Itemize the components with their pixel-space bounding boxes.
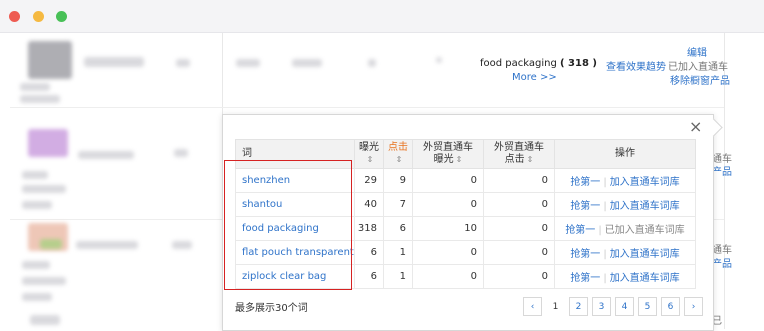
page-3[interactable]: 3	[592, 297, 611, 316]
separator: |	[603, 201, 607, 212]
ext-impressions-cell: 0	[412, 264, 484, 289]
ops-cell: 抢第一 | 加入直通车词库	[554, 168, 696, 193]
col-ext-impressions[interactable]: 外贸直通车 曝光 ⇕	[412, 139, 484, 169]
impressions-cell: 29	[354, 168, 384, 193]
ops-cell: 抢第一 | 加入直通车词库	[554, 240, 696, 265]
sort-icon[interactable]: ⇕	[456, 155, 463, 164]
window-titlebar	[0, 0, 764, 33]
page-6[interactable]: 6	[661, 297, 680, 316]
product-thumbnail	[28, 129, 68, 157]
ext-impressions-cell: 0	[412, 240, 484, 265]
product-thumbnail	[28, 41, 72, 79]
clicks-cell: 9	[383, 168, 413, 193]
grab-first-link[interactable]: 抢第一	[565, 225, 595, 236]
add-to-library-link[interactable]: 加入直通车词库	[610, 177, 680, 188]
pagination: ‹ 1 2 3 4 5 6 ›	[519, 297, 703, 316]
right-fragment[interactable]: 产品	[712, 255, 732, 270]
ext-impressions-cell: 0	[412, 168, 484, 193]
page-5[interactable]: 5	[638, 297, 657, 316]
ext-clicks-cell: 0	[483, 168, 555, 193]
highlight-box	[224, 160, 352, 290]
added-to-library-text: 已加入直通车词库	[604, 225, 685, 236]
ext-clicks-cell: 0	[483, 240, 555, 265]
clicks-cell: 1	[383, 264, 413, 289]
separator: |	[603, 177, 607, 188]
grab-first-link[interactable]: 抢第一	[570, 201, 600, 212]
next-page-icon[interactable]: ›	[684, 297, 703, 316]
separator: |	[598, 225, 602, 236]
ops-cell: 抢第一 | 已加入直通车词库	[554, 216, 696, 241]
col-impressions[interactable]: 曝光⇕	[354, 139, 384, 169]
added-status-text: 已加入直通车	[668, 62, 728, 73]
ext-impressions-cell: 10	[412, 216, 484, 241]
impressions-cell: 6	[354, 240, 384, 265]
keyword-count: ( 318 )	[560, 58, 597, 69]
separator: |	[603, 249, 607, 260]
add-to-library-link[interactable]: 加入直通车词库	[610, 201, 680, 212]
col-ops: 操作	[554, 139, 696, 169]
right-fragment: 通车	[712, 245, 732, 256]
more-link[interactable]: More >>	[512, 72, 557, 83]
grab-first-link[interactable]: 抢第一	[570, 273, 600, 284]
page-4[interactable]: 4	[615, 297, 634, 316]
close-window-icon[interactable]	[9, 11, 20, 22]
page-1[interactable]: 1	[546, 297, 565, 316]
col-ext-clicks[interactable]: 外贸直通车 点击 ⇕	[483, 139, 555, 169]
impressions-cell: 40	[354, 192, 384, 217]
clicks-cell: 6	[383, 216, 413, 241]
ext-impressions-cell: 0	[412, 192, 484, 217]
keyword-summary: food packaging ( 318 )	[480, 58, 597, 69]
close-icon[interactable]: ×	[689, 119, 702, 135]
ops-cell: 抢第一 | 加入直通车词库	[554, 264, 696, 289]
ext-clicks-cell: 0	[483, 192, 555, 217]
remove-window-link[interactable]: 移除橱窗产品	[670, 72, 730, 87]
col-clicks[interactable]: 点击⇕	[383, 139, 413, 169]
prev-page-icon[interactable]: ‹	[523, 297, 542, 316]
sort-icon[interactable]: ⇕	[367, 155, 374, 164]
grab-first-link[interactable]: 抢第一	[570, 177, 600, 188]
maximize-window-icon[interactable]	[56, 11, 67, 22]
add-to-library-link[interactable]: 加入直通车词库	[610, 249, 680, 260]
minimize-window-icon[interactable]	[33, 11, 44, 22]
sort-icon[interactable]: ⇕	[396, 155, 403, 164]
keyword-text: food packaging	[480, 58, 557, 69]
clicks-cell: 1	[383, 240, 413, 265]
sort-icon[interactable]: ⇕	[527, 155, 534, 164]
edit-link[interactable]: 编辑	[687, 44, 707, 59]
page-2[interactable]: 2	[569, 297, 588, 316]
add-to-library-link[interactable]: 加入直通车词库	[610, 273, 680, 284]
max-words-note: 最多展示30个词	[235, 303, 308, 314]
ext-clicks-cell: 0	[483, 264, 555, 289]
grab-first-link[interactable]: 抢第一	[570, 249, 600, 260]
ops-cell: 抢第一 | 加入直通车词库	[554, 192, 696, 217]
clicks-cell: 7	[383, 192, 413, 217]
view-trend-link[interactable]: 查看效果趋势	[606, 58, 666, 73]
right-fragment[interactable]: 产品	[712, 163, 732, 178]
separator: |	[603, 273, 607, 284]
impressions-cell: 6	[354, 264, 384, 289]
ext-clicks-cell: 0	[483, 216, 555, 241]
impressions-cell: 318	[354, 216, 384, 241]
